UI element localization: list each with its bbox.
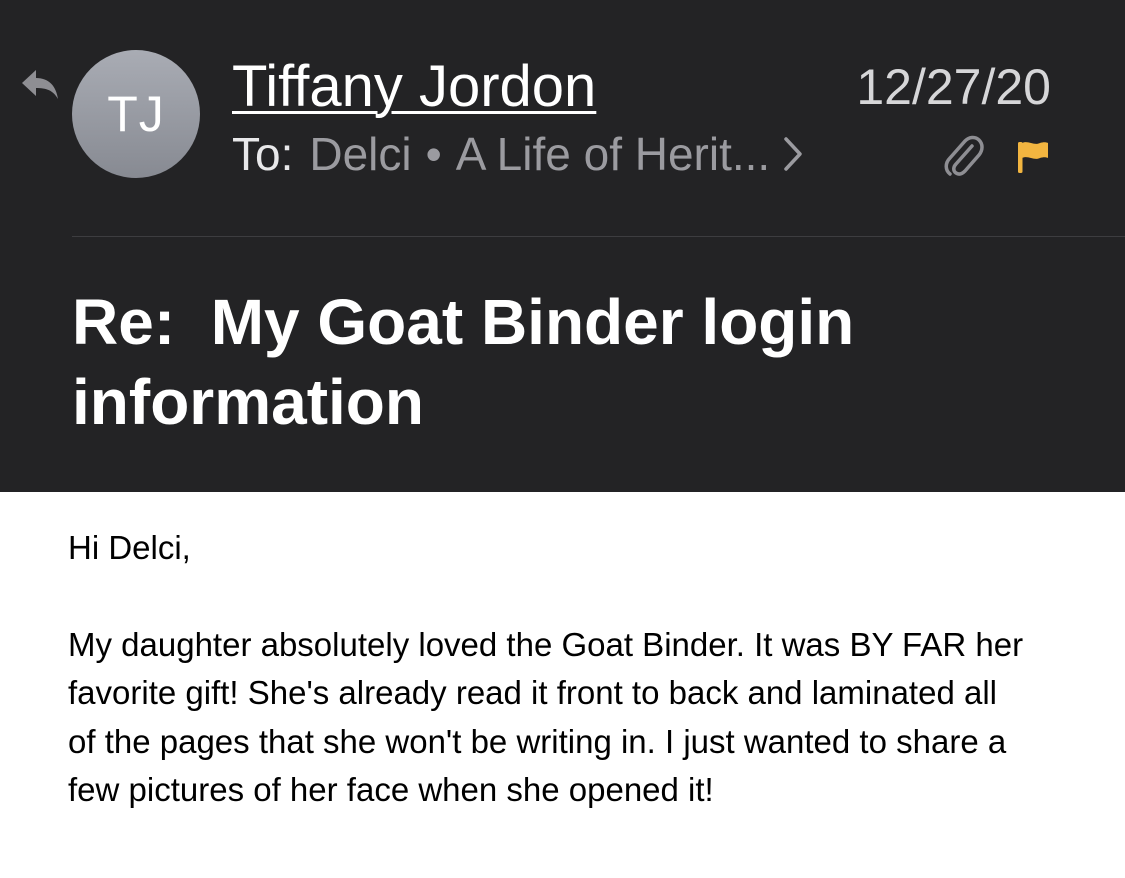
to-label: To: — [232, 128, 294, 180]
message-header: TJ Tiffany Jordon 12/27/20 To: Delci • A… — [0, 0, 1125, 492]
recipient-name[interactable]: Delci — [309, 126, 411, 182]
header-divider — [72, 236, 1125, 237]
body-paragraph: My daughter absolutely loved the Goat Bi… — [68, 625, 1024, 809]
message-body: Hi Delci, My daughter absolutely loved t… — [68, 524, 1028, 815]
recipients-row[interactable]: To: Delci • A Life of Herit... — [232, 126, 804, 182]
reply-icon[interactable] — [20, 66, 60, 102]
recipient-name[interactable]: A Life of Herit... — [456, 126, 770, 182]
body-greeting: Hi Delci, — [68, 529, 191, 566]
chevron-right-icon[interactable] — [782, 135, 804, 173]
avatar-initials: TJ — [107, 86, 165, 142]
flag-icon[interactable] — [1014, 138, 1052, 176]
paperclip-icon[interactable] — [942, 132, 986, 180]
message-date: 12/27/20 — [856, 59, 1051, 115]
message-subject: Re: My Goat Binder login information — [72, 286, 873, 438]
avatar[interactable]: TJ — [72, 50, 200, 178]
sender-name[interactable]: Tiffany Jordon — [232, 54, 596, 120]
recipient-separator: • — [425, 128, 442, 180]
